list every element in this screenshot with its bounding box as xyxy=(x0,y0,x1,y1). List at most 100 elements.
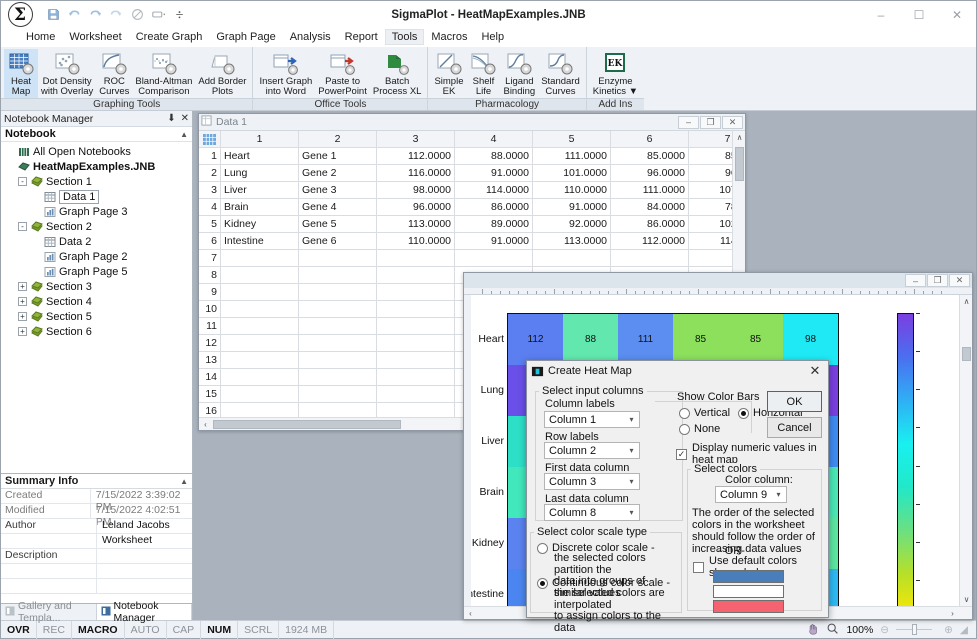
worksheet-cell[interactable]: Gene 2 xyxy=(299,165,377,182)
worksheet-cell[interactable]: Gene 6 xyxy=(299,233,377,250)
worksheet-cell[interactable]: Kidney xyxy=(221,216,299,233)
row-header[interactable]: 1 xyxy=(199,148,221,165)
worksheet-cell[interactable] xyxy=(377,352,455,369)
notebook-tree[interactable]: All Open NotebooksHeatMapExamples.JNB-Se… xyxy=(1,142,192,473)
heat-map-cell[interactable]: 85 xyxy=(673,314,728,365)
worksheet-cell[interactable] xyxy=(455,250,533,267)
tree-item-section-2[interactable]: -Section 2 xyxy=(1,219,192,234)
tree-item-graph-page-5[interactable]: Graph Page 5 xyxy=(1,264,192,279)
zoom-controls[interactable]: 100% ⊖ ⊕ ◢ xyxy=(798,622,976,638)
quick-access-toolbar[interactable] xyxy=(45,6,188,23)
swatch-red[interactable] xyxy=(713,600,784,613)
menu-item-home[interactable]: Home xyxy=(19,29,62,45)
row-header[interactable]: 3 xyxy=(199,182,221,199)
menu-item-worksheet[interactable]: Worksheet xyxy=(62,29,128,45)
worksheet-cell[interactable]: Intestine xyxy=(221,233,299,250)
graph-vscroll-thumb[interactable] xyxy=(962,347,971,361)
row-header[interactable]: 15 xyxy=(199,386,221,403)
worksheet-cell[interactable]: Brain xyxy=(221,199,299,216)
cancel-icon[interactable] xyxy=(129,6,146,23)
last-data-column-select[interactable]: Column 8 ▾ xyxy=(544,504,640,521)
zoom-out-button[interactable]: ⊖ xyxy=(880,624,889,636)
worksheet-cell[interactable]: 89.0000 xyxy=(455,216,533,233)
more-icon[interactable] xyxy=(171,6,188,23)
expand-icon[interactable]: + xyxy=(18,297,27,306)
worksheet-cell[interactable]: 111.0000 xyxy=(611,182,689,199)
graph-minimize-button[interactable]: – xyxy=(905,274,926,287)
close-icon[interactable]: ✕ xyxy=(181,113,189,124)
menu-item-graph-page[interactable]: Graph Page xyxy=(209,29,282,45)
ribbon-button-insert-graph-into-word[interactable]: Insert Graph into Word xyxy=(256,49,315,98)
column-header-1[interactable]: 1 xyxy=(221,131,299,148)
worksheet-cell[interactable] xyxy=(299,369,377,386)
first-data-column-select[interactable]: Column 3 ▾ xyxy=(544,473,640,490)
ribbon-button-add-border-plots[interactable]: Add Border Plots xyxy=(195,49,249,98)
redo-all-icon[interactable] xyxy=(108,6,125,23)
worksheet-cell[interactable] xyxy=(221,318,299,335)
graph-restore-button[interactable]: ❐ xyxy=(927,274,948,287)
worksheet-cell[interactable] xyxy=(299,284,377,301)
tree-item-graph-page-2[interactable]: Graph Page 2 xyxy=(1,249,192,264)
swatch-white[interactable] xyxy=(713,585,784,598)
menu-bar[interactable]: HomeWorksheetCreate GraphGraph PageAnaly… xyxy=(1,28,976,47)
worksheet-cell[interactable] xyxy=(221,301,299,318)
window-controls[interactable]: – ☐ ✕ xyxy=(862,1,976,28)
worksheet-cell[interactable]: 86.0000 xyxy=(455,199,533,216)
color-bars-none-radio[interactable]: None xyxy=(679,423,720,435)
expand-icon[interactable]: + xyxy=(18,282,27,291)
heat-map-cell[interactable]: 111 xyxy=(618,314,673,365)
worksheet-cell[interactable] xyxy=(377,301,455,318)
worksheet-restore-button[interactable]: ❐ xyxy=(700,116,721,129)
menu-item-macros[interactable]: Macros xyxy=(424,29,474,45)
resize-grip-icon[interactable]: ◢ xyxy=(960,624,968,636)
tree-item-data-1[interactable]: Data 1 xyxy=(1,189,192,204)
graph-scroll-up-button[interactable]: ∧ xyxy=(960,295,973,308)
row-header[interactable]: 4 xyxy=(199,199,221,216)
worksheet-cell[interactable] xyxy=(221,386,299,403)
worksheet-cell[interactable]: Gene 1 xyxy=(299,148,377,165)
chevron-down-icon[interactable]: ▾ xyxy=(624,415,639,424)
worksheet-cell[interactable]: 101.0000 xyxy=(533,165,611,182)
tree-item-section-3[interactable]: +Section 3 xyxy=(1,279,192,294)
worksheet-row[interactable]: 1HeartGene 1112.000088.0000111.000085.00… xyxy=(199,148,745,165)
color-bars-vertical-radio[interactable]: Vertical xyxy=(679,407,730,419)
worksheet-cell[interactable] xyxy=(221,250,299,267)
worksheet-scroll-left-button[interactable]: ‹ xyxy=(199,418,212,431)
close-button[interactable]: ✕ xyxy=(938,1,976,28)
worksheet-cell[interactable] xyxy=(299,267,377,284)
worksheet-cell[interactable] xyxy=(377,386,455,403)
row-header[interactable]: 10 xyxy=(199,301,221,318)
zoom-in-button[interactable]: ⊕ xyxy=(944,624,953,636)
minimize-button[interactable]: – xyxy=(862,1,900,28)
select-all-corner[interactable] xyxy=(199,131,221,148)
worksheet-cell[interactable]: 85.0000 xyxy=(611,148,689,165)
worksheet-cell[interactable] xyxy=(221,352,299,369)
worksheet-cell[interactable]: 110.0000 xyxy=(533,182,611,199)
graph-window-controls[interactable]: – ❐ ✕ xyxy=(905,274,970,287)
row-header[interactable]: 11 xyxy=(199,318,221,335)
column-labels-select[interactable]: Column 1 ▾ xyxy=(544,411,640,428)
maximize-button[interactable]: ☐ xyxy=(900,1,938,28)
graph-scroll-right-button[interactable]: › xyxy=(946,607,959,620)
worksheet-cell[interactable] xyxy=(377,335,455,352)
worksheet-cell[interactable]: Liver xyxy=(221,182,299,199)
expand-icon[interactable]: + xyxy=(18,312,27,321)
zoom-slider[interactable] xyxy=(896,624,937,635)
worksheet-cell[interactable] xyxy=(377,318,455,335)
ribbon-button-enzyme-kinetics[interactable]: EKEnzyme Kinetics ▼ xyxy=(590,49,641,98)
worksheet-cell[interactable]: Gene 3 xyxy=(299,182,377,199)
dialog-close-button[interactable]: ✕ xyxy=(806,363,824,379)
row-header[interactable]: 13 xyxy=(199,352,221,369)
ribbon-button-bland-altman-comparison[interactable]: Bland-Altman Comparison xyxy=(132,49,195,98)
magnifier-icon[interactable] xyxy=(826,622,839,638)
worksheet-hscroll-thumb[interactable] xyxy=(213,420,401,429)
worksheet-cell[interactable]: 96.0000 xyxy=(377,199,455,216)
row-header[interactable]: 7 xyxy=(199,250,221,267)
menu-item-create-graph[interactable]: Create Graph xyxy=(129,29,210,45)
heat-map-cell[interactable]: 112 xyxy=(508,314,563,365)
row-header[interactable]: 12 xyxy=(199,335,221,352)
tree-item-graph-page-3[interactable]: Graph Page 3 xyxy=(1,204,192,219)
tree-item-section-1[interactable]: -Section 1 xyxy=(1,174,192,189)
column-header-5[interactable]: 5 xyxy=(533,131,611,148)
worksheet-cell[interactable]: 116.0000 xyxy=(377,165,455,182)
